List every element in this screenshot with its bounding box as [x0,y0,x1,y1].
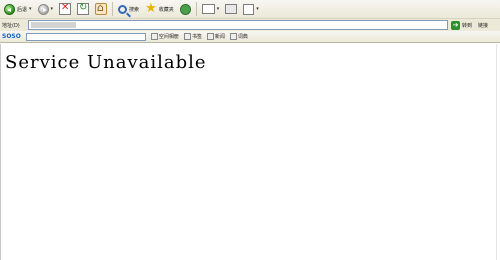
browser-window: 后退 ▾ ▾ 搜索 ★ 收藏夹 ▾ [0,0,500,260]
printer-icon [225,4,238,14]
soso-toolbar: SOSO 空间相册 书签 新闻 词典 [0,31,500,43]
favorites-label: 收藏夹 [158,6,174,13]
soso-item-news-label: 新闻 [214,34,225,40]
address-row: 地址(D) ➔ 转到 链接 [0,19,500,31]
toolbar-separator [112,2,114,16]
main-toolbar: 后退 ▾ ▾ 搜索 ★ 收藏夹 ▾ [0,0,500,19]
home-button[interactable] [93,1,109,17]
soso-item-album-label: 空间相册 [158,34,179,40]
search-icon [118,4,128,14]
stop-icon [59,2,72,15]
edit-icon [243,3,255,15]
go-arrow-icon: ➔ [451,20,460,30]
print-button[interactable] [223,1,239,17]
mail-icon [201,4,215,14]
stop-button[interactable] [57,1,73,17]
chevron-down-icon[interactable]: ▾ [217,6,220,12]
favorites-button[interactable]: ★ 收藏夹 [143,1,176,17]
go-button[interactable]: ➔ 转到 [451,20,473,30]
search-label: 搜索 [129,6,140,13]
toolbar-separator [195,2,197,16]
history-icon [179,3,191,15]
chevron-down-icon[interactable]: ▾ [29,6,32,12]
page-content: Service Unavailable [0,44,500,260]
back-button[interactable]: 后退 ▾ [2,1,34,17]
soso-item-album[interactable]: 空间相册 [150,33,179,40]
back-arrow-icon [4,3,15,15]
mail-button[interactable]: ▾ [200,1,222,17]
go-label: 转到 [462,22,473,29]
soso-item-dictionary[interactable]: 词典 [229,33,248,40]
album-icon [150,33,158,40]
edit-button[interactable]: ▾ [241,1,261,17]
soso-item-dictionary-label: 词典 [237,34,248,40]
refresh-button[interactable] [75,1,91,17]
address-url-redacted [31,22,76,28]
vertical-scrollbar[interactable] [496,44,500,260]
bookmark-icon [183,33,191,40]
home-icon [95,1,108,15]
refresh-icon [77,2,90,15]
error-title: Service Unavailable [5,52,207,73]
search-button[interactable]: 搜索 [116,1,141,17]
chevron-down-icon[interactable]: ▾ [51,6,54,12]
soso-item-bookmarks-label: 书签 [191,34,202,40]
chevron-down-icon[interactable]: ▾ [256,6,259,12]
news-icon [206,33,214,40]
soso-item-news[interactable]: 新闻 [206,33,225,40]
history-button[interactable] [178,1,193,17]
links-label[interactable]: 链接 [478,22,488,29]
soso-item-bookmarks[interactable]: 书签 [183,33,202,40]
star-icon: ★ [145,1,157,16]
forward-arrow-icon [37,3,49,15]
address-label: 地址(D) [2,22,20,29]
address-input[interactable] [28,20,448,30]
forward-button[interactable]: ▾ [36,1,56,17]
dictionary-icon [229,33,237,40]
back-label: 后退 [17,6,28,13]
soso-logo[interactable]: SOSO [2,33,21,40]
soso-search-input[interactable] [25,32,146,41]
